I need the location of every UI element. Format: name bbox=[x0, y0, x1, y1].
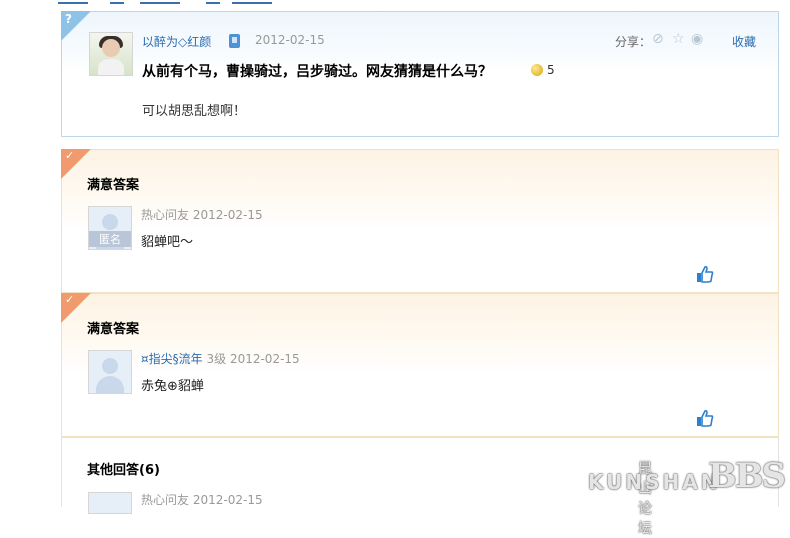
anonymous-avatar: 匿名 bbox=[88, 206, 132, 250]
question-mark-icon: ? bbox=[65, 12, 72, 26]
check-icon: ✓ bbox=[65, 293, 75, 306]
check-icon: ✓ bbox=[65, 149, 75, 162]
star-icon[interactable]: ☆ bbox=[672, 31, 685, 47]
top-nav-cut bbox=[0, 0, 790, 6]
share-label: 分享： bbox=[615, 35, 652, 49]
other-answer-date: 2012-02-15 bbox=[192, 493, 263, 507]
user-avatar[interactable] bbox=[88, 350, 132, 394]
best-answer-heading: 满意答案 bbox=[87, 322, 140, 337]
watermark-en: KUNSHAN bbox=[588, 470, 721, 494]
thumbs-up-icon[interactable] bbox=[696, 409, 714, 427]
answer-username-link[interactable]: ¤指尖§流年 bbox=[141, 352, 203, 366]
other-answer-username: 热心问友 bbox=[141, 493, 190, 507]
question-body: 可以胡思乱想啊！ bbox=[142, 104, 247, 119]
best-answer-panel: ✓ 满意答案 匿名 热心问友 2012-02-15 貂蝉吧～ bbox=[61, 149, 779, 293]
answer-body: 赤兔⊕貂蝉 bbox=[141, 379, 204, 394]
weibo-icon[interactable]: ◉ bbox=[691, 31, 703, 47]
asker-avatar[interactable] bbox=[89, 32, 133, 76]
answer-date: 2012-02-15 bbox=[192, 208, 263, 222]
question-date: 2012-02-15 bbox=[255, 33, 325, 47]
coin-icon bbox=[531, 64, 543, 76]
answer-username: 热心问友 bbox=[141, 208, 190, 222]
answer-body: 貂蝉吧～ bbox=[141, 235, 194, 250]
best-answer-panel-2: ✓ 满意答案 ¤指尖§流年 3级 2012-02-15 赤兔⊕貂蝉 bbox=[61, 293, 779, 437]
other-answers-heading: 其他回答(6) bbox=[87, 463, 160, 478]
watermark-bbs: BBS bbox=[708, 456, 786, 496]
thumbs-up-icon[interactable] bbox=[696, 265, 714, 283]
phone-icon bbox=[229, 34, 240, 48]
anonymous-label: 匿名 bbox=[89, 231, 131, 247]
answer-date: 2012-02-15 bbox=[229, 352, 300, 366]
search-share-icon[interactable]: ⊘ bbox=[652, 31, 664, 47]
best-answer-heading: 满意答案 bbox=[87, 178, 140, 193]
answer-meta: ¤指尖§流年 3级 2012-02-15 bbox=[141, 350, 300, 367]
favorite-link[interactable]: 收藏 bbox=[732, 33, 756, 50]
reward-value: 5 bbox=[547, 63, 555, 77]
user-level: 3级 bbox=[206, 352, 227, 366]
question-title: 从前有个马，曹操骑过，吕步骑过。网友猜猜是什么马？ bbox=[142, 64, 492, 80]
user-avatar bbox=[88, 492, 132, 514]
question-panel: ? 以醉为◇红颜 2012-02-15 分享： ⊘ ☆ ◉ 收藏 从前有个马，曹… bbox=[61, 11, 779, 137]
answer-meta: 热心问友 2012-02-15 bbox=[141, 206, 263, 223]
asker-username-link[interactable]: 以醉为◇红颜 bbox=[142, 33, 211, 50]
